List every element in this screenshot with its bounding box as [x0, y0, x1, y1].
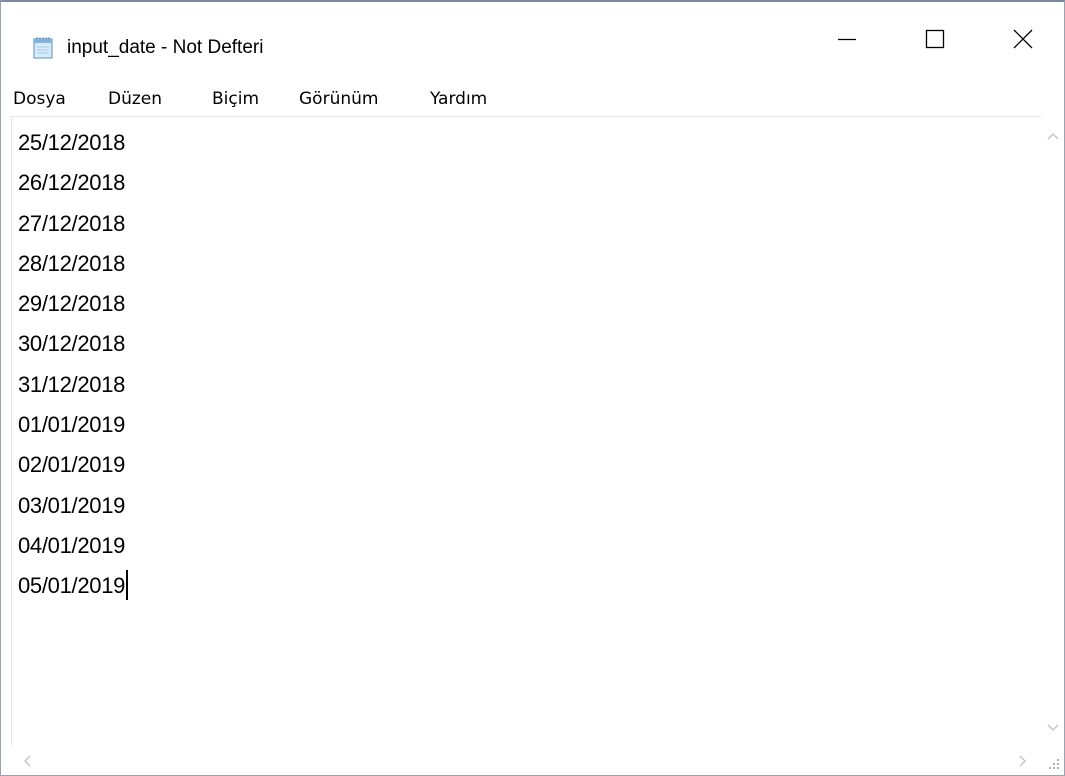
menu-item-help[interactable]: Yardım [430, 86, 487, 112]
text-line: 29/12/2018 [18, 291, 126, 317]
text-line: 03/01/2019 [18, 492, 126, 518]
resize-grip[interactable] [1041, 746, 1064, 775]
text-line: 01/01/2019 [18, 412, 126, 438]
text-line-last: 05/01/2019 [18, 566, 129, 606]
notepad-icon[interactable] [31, 36, 55, 60]
close-button[interactable] [977, 2, 1064, 80]
minimize-icon [837, 29, 857, 54]
minimize-button[interactable] [801, 2, 893, 80]
text-line: 04/01/2019 [18, 532, 126, 558]
text-caret [126, 570, 129, 601]
maximize-icon [925, 29, 945, 54]
vertical-scrollbar[interactable] [1041, 116, 1064, 746]
text-line: 05/01/2019 [18, 573, 126, 599]
maximize-button[interactable] [889, 2, 981, 80]
chevron-right-icon[interactable] [1013, 751, 1033, 771]
resize-grip-icon [1044, 754, 1062, 772]
chevron-down-icon[interactable] [1043, 718, 1063, 738]
menu-item-view[interactable]: Görünüm [299, 86, 378, 112]
text-line: 28/12/2018 [18, 250, 126, 276]
close-icon [1013, 29, 1033, 54]
text-line: 02/01/2019 [18, 452, 126, 478]
text-lines: 25/12/2018 26/12/2018 27/12/2018 28/12/2… [18, 123, 129, 607]
text-line: 31/12/2018 [18, 371, 126, 397]
text-line: 30/12/2018 [18, 331, 126, 357]
horizontal-scrollbar[interactable] [11, 746, 1041, 775]
window-title: input_date - Not Defteri [67, 37, 264, 58]
menu-bar: Dosya Düzen Biçim Görünüm Yardım [1, 80, 1064, 116]
menu-item-edit[interactable]: Düzen [108, 86, 162, 112]
text-editor-area[interactable]: 25/12/2018 26/12/2018 27/12/2018 28/12/2… [11, 116, 1041, 746]
text-line: 25/12/2018 [18, 130, 126, 155]
menu-item-file[interactable]: Dosya [13, 86, 66, 112]
chevron-up-icon[interactable] [1043, 126, 1063, 146]
title-bar[interactable]: input_date - Not Defteri [1, 2, 1064, 80]
notepad-window: input_date - Not Defteri Dosya Düzen Biç… [0, 0, 1065, 776]
menu-item-format[interactable]: Biçim [212, 86, 259, 112]
chevron-left-icon[interactable] [17, 751, 37, 771]
text-line: 27/12/2018 [18, 210, 126, 236]
text-line: 26/12/2018 [18, 170, 126, 196]
